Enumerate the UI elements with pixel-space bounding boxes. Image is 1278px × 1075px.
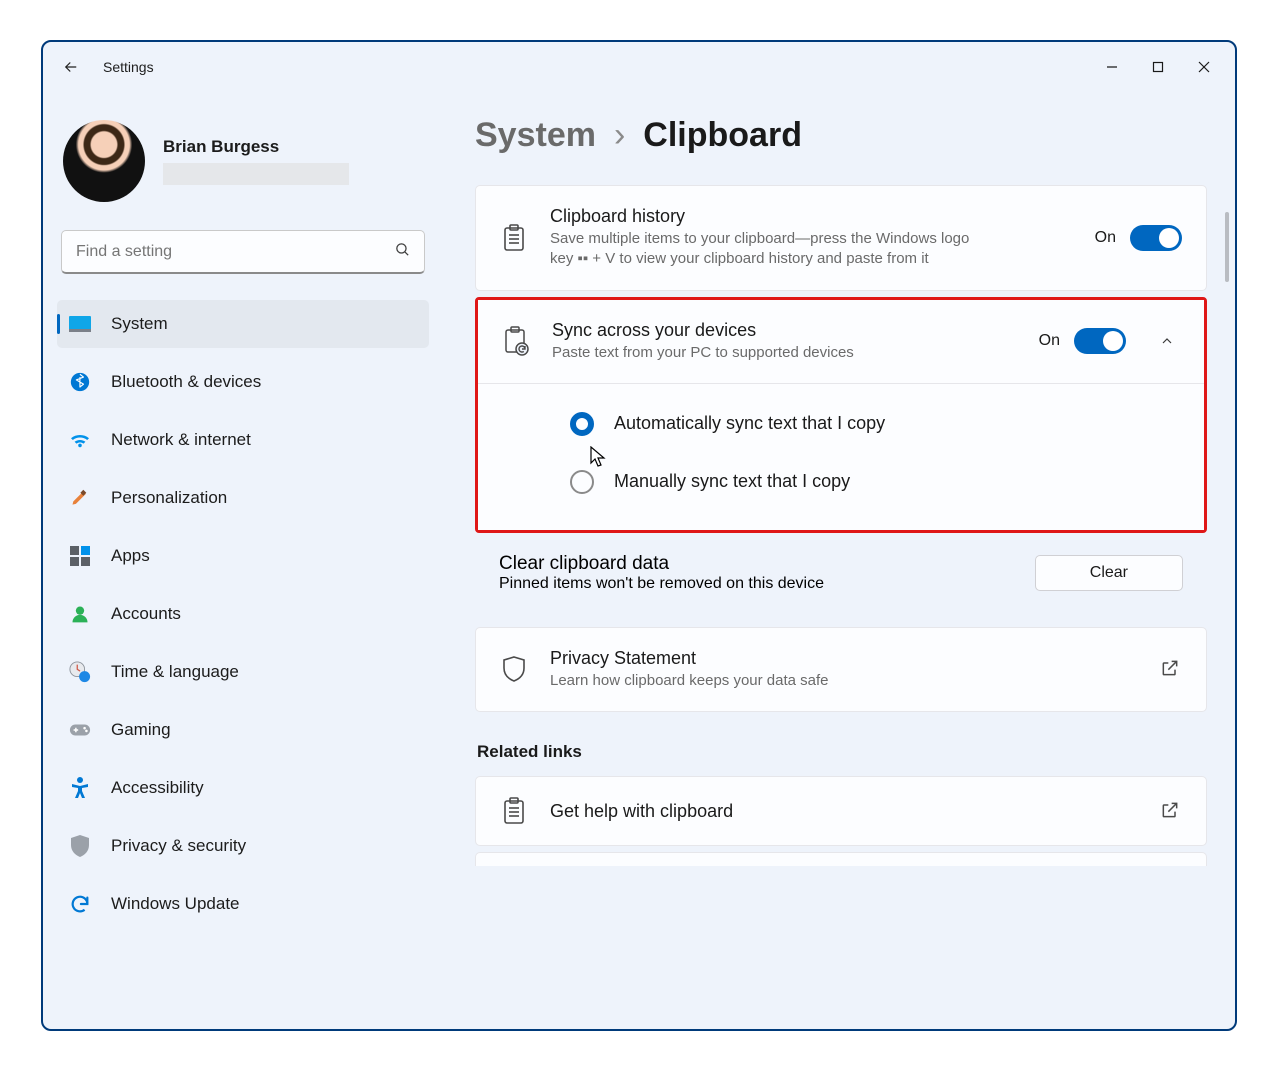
close-button[interactable]	[1181, 51, 1227, 83]
sidebar-item-accounts[interactable]: Accounts	[57, 590, 429, 638]
toggle-state-label: On	[1095, 229, 1116, 247]
setting-title: Sync across your devices	[552, 320, 1017, 341]
sidebar-item-label: Gaming	[111, 720, 171, 740]
radio-manual-sync[interactable]: Manually sync text that I copy	[570, 470, 1180, 494]
nav: System Bluetooth & devices Network & int…	[57, 300, 429, 928]
setting-title: Clipboard history	[550, 206, 1073, 227]
setting-description: Save multiple items to your clipboard—pr…	[550, 229, 970, 270]
back-button[interactable]	[51, 47, 91, 87]
bluetooth-icon	[69, 371, 91, 393]
sidebar: Brian Burgess System	[43, 92, 443, 1029]
sidebar-item-label: Personalization	[111, 488, 227, 508]
privacy-statement-card[interactable]: Privacy Statement Learn how clipboard ke…	[475, 627, 1207, 712]
sidebar-item-label: Privacy & security	[111, 836, 246, 856]
scrollbar[interactable]	[1225, 212, 1229, 282]
clipboard-sync-icon	[502, 327, 530, 355]
clock-globe-icon	[69, 661, 91, 683]
sidebar-item-label: Accounts	[111, 604, 181, 624]
setting-description: Learn how clipboard keeps your data safe	[550, 671, 1138, 691]
content: Clipboard history Save multiple items to…	[475, 185, 1217, 1029]
clipboard-icon	[500, 797, 528, 825]
sidebar-item-network[interactable]: Network & internet	[57, 416, 429, 464]
app-title: Settings	[103, 59, 154, 75]
highlight-box: Sync across your devices Paste text from…	[475, 297, 1207, 533]
sync-toggle[interactable]	[1074, 328, 1126, 354]
setting-description: Paste text from your PC to supported dev…	[552, 343, 972, 363]
sidebar-item-accessibility[interactable]: Accessibility	[57, 764, 429, 812]
main: System › Clipboard Clipboard history Sav…	[443, 92, 1235, 1029]
update-icon	[69, 893, 91, 915]
breadcrumb-current: Clipboard	[643, 116, 802, 155]
radio-label: Manually sync text that I copy	[614, 471, 850, 492]
sidebar-item-label: System	[111, 314, 168, 334]
sidebar-item-bluetooth[interactable]: Bluetooth & devices	[57, 358, 429, 406]
minimize-button[interactable]	[1089, 51, 1135, 83]
clipboard-icon	[500, 224, 528, 252]
sidebar-item-gaming[interactable]: Gaming	[57, 706, 429, 754]
link-title: Get help with clipboard	[550, 801, 1138, 822]
mouse-cursor-icon	[590, 446, 608, 468]
clipboard-history-toggle[interactable]	[1130, 225, 1182, 251]
setting-description: Pinned items won't be removed on this de…	[499, 575, 824, 593]
apps-icon	[69, 545, 91, 567]
clear-clipboard-row: Clear clipboard data Pinned items won't …	[475, 539, 1207, 627]
sidebar-item-label: Apps	[111, 546, 150, 566]
setting-title: Privacy Statement	[550, 648, 1138, 669]
radio-dot-icon	[570, 412, 594, 436]
sidebar-item-windows-update[interactable]: Windows Update	[57, 880, 429, 928]
toggle-state-label: On	[1039, 332, 1060, 350]
setting-title: Clear clipboard data	[499, 553, 824, 575]
avatar	[63, 120, 145, 202]
wifi-icon	[69, 429, 91, 451]
settings-window: Settings Brian Burgess	[41, 40, 1237, 1031]
user-profile[interactable]: Brian Burgess	[57, 110, 429, 226]
user-email-redacted	[163, 163, 349, 185]
accessibility-icon	[69, 777, 91, 799]
radio-dot-icon	[570, 470, 594, 494]
sync-devices-card: Sync across your devices Paste text from…	[478, 300, 1204, 530]
user-name: Brian Burgess	[163, 137, 349, 157]
breadcrumb-parent[interactable]: System	[475, 116, 596, 155]
gamepad-icon	[69, 719, 91, 741]
shield-outline-icon	[500, 655, 528, 683]
radio-label: Automatically sync text that I copy	[614, 413, 885, 434]
sidebar-item-system[interactable]: System	[57, 300, 429, 348]
sidebar-item-label: Bluetooth & devices	[111, 372, 261, 392]
radio-auto-sync[interactable]: Automatically sync text that I copy	[570, 412, 1180, 436]
sidebar-item-label: Windows Update	[111, 894, 240, 914]
clipboard-history-card: Clipboard history Save multiple items to…	[475, 185, 1207, 291]
sync-options: Automatically sync text that I copy Manu…	[478, 383, 1204, 530]
search-icon	[394, 241, 411, 263]
external-link-icon	[1160, 800, 1182, 822]
external-link-icon	[1160, 658, 1182, 680]
maximize-button[interactable]	[1135, 51, 1181, 83]
get-help-card[interactable]: Get help with clipboard	[475, 776, 1207, 846]
window-controls	[1089, 51, 1227, 83]
sidebar-item-label: Time & language	[111, 662, 239, 682]
search-input[interactable]	[61, 230, 425, 274]
breadcrumb: System › Clipboard	[475, 116, 1217, 155]
sidebar-item-label: Accessibility	[111, 778, 204, 798]
person-icon	[69, 603, 91, 625]
display-icon	[69, 313, 91, 335]
sidebar-item-label: Network & internet	[111, 430, 251, 450]
collapse-button[interactable]	[1154, 328, 1180, 354]
sidebar-item-apps[interactable]: Apps	[57, 532, 429, 580]
search-box[interactable]	[61, 230, 425, 274]
sidebar-item-privacy[interactable]: Privacy & security	[57, 822, 429, 870]
related-links-heading: Related links	[477, 742, 1207, 762]
titlebar: Settings	[43, 42, 1235, 92]
sidebar-item-time-language[interactable]: Time & language	[57, 648, 429, 696]
chevron-right-icon: ›	[614, 116, 625, 155]
partial-card	[475, 852, 1207, 866]
paintbrush-icon	[69, 487, 91, 509]
sidebar-item-personalization[interactable]: Personalization	[57, 474, 429, 522]
clear-button[interactable]: Clear	[1035, 555, 1183, 591]
shield-icon	[69, 835, 91, 857]
